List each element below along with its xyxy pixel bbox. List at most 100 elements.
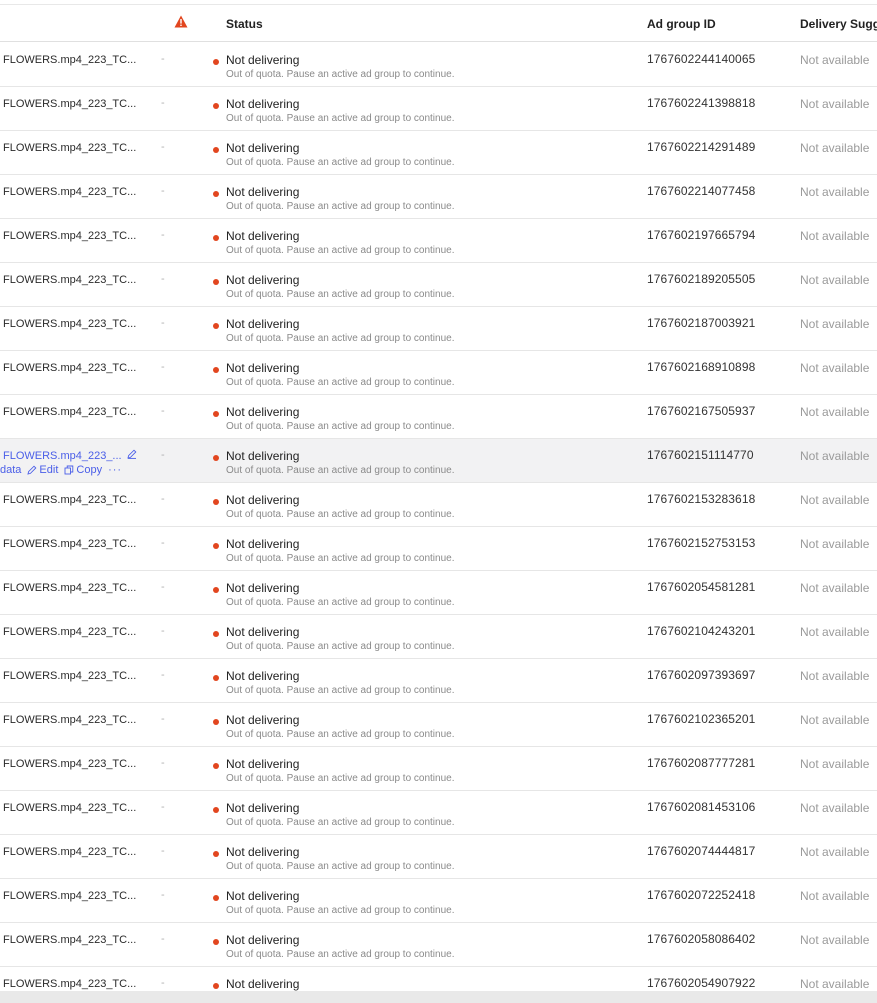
table-row[interactable]: FLOWERS.mp4_223_TC... - Not delivering Out … <box>0 263 877 307</box>
table-row[interactable]: FLOWERS.mp4_223_TC... - Not delivering Out … <box>0 483 877 527</box>
table-row[interactable]: FLOWERS.mp4_223_TC... - Not delivering Out … <box>0 747 877 791</box>
empty-cell: - <box>161 713 165 725</box>
ad-group-name-link[interactable]: FLOWERS.mp4_223_TC... <box>3 142 136 154</box>
ad-group-id: 1767602074444817 <box>647 844 756 858</box>
ad-group-name-link[interactable]: FLOWERS.mp4_223_TC... <box>3 670 136 682</box>
ad-group-id: 1767602104243201 <box>647 624 756 638</box>
ad-group-name-link[interactable]: FLOWERS.mp4_223_TC... <box>3 626 136 638</box>
copy-button[interactable]: Copy <box>64 464 102 476</box>
ad-group-id: 1767602054907922 <box>647 976 756 990</box>
status-text: Not delivering <box>226 317 300 331</box>
table-row[interactable]: FLOWERS.mp4_223_TC... - Not delivering Out … <box>0 835 877 879</box>
status-dot-icon <box>213 191 219 197</box>
ad-group-id: 1767602189205505 <box>647 272 756 286</box>
table-row[interactable]: FLOWERS.mp4_223_TC... - Not delivering Out … <box>0 395 877 439</box>
data-button[interactable]: data <box>0 464 21 476</box>
status-reason: Out of quota. Pause an active ad group t… <box>226 377 455 388</box>
ad-group-name-link[interactable]: FLOWERS.mp4_223_TC... <box>3 978 136 990</box>
status-text: Not delivering <box>226 801 300 815</box>
status-text: Not delivering <box>226 581 300 595</box>
status-dot-icon <box>213 851 219 857</box>
column-header-delivery-suggestion[interactable]: Delivery Sugge <box>800 17 877 31</box>
ad-group-id: 1767602153283618 <box>647 492 756 506</box>
empty-cell: - <box>161 581 165 593</box>
horizontal-scrollbar[interactable] <box>0 991 877 1003</box>
table-row[interactable]: FLOWERS.mp4_223_TC... - Not delivering Out … <box>0 923 877 967</box>
ad-group-name-link[interactable]: FLOWERS.mp4_223_TC... <box>3 714 136 726</box>
ad-group-name-link[interactable]: FLOWERS.mp4_223_TC... <box>3 538 136 550</box>
status-text: Not delivering <box>226 933 300 947</box>
table-row[interactable]: FLOWERS.mp4_223_TC... - Not delivering Out … <box>0 43 877 87</box>
ad-group-name-link[interactable]: FLOWERS.mp4_223_TC... <box>3 494 136 506</box>
delivery-suggestion: Not available <box>800 889 870 903</box>
delivery-suggestion: Not available <box>800 933 870 947</box>
empty-cell: - <box>161 449 165 461</box>
table-row[interactable]: FLOWERS.mp4_223_TC... - Not delivering Out … <box>0 87 877 131</box>
status-dot-icon <box>213 631 219 637</box>
status-reason: Out of quota. Pause an active ad group t… <box>226 157 455 168</box>
table-row[interactable]: FLOWERS.mp4_223_... data Edit Copy ··· - Not d… <box>0 439 877 483</box>
status-text: Not delivering <box>226 537 300 551</box>
status-reason: Out of quota. Pause an active ad group t… <box>226 773 455 784</box>
ad-group-name-link[interactable]: FLOWERS.mp4_223_... <box>3 450 122 462</box>
table-body: FLOWERS.mp4_223_TC... - Not delivering Out … <box>0 43 877 1003</box>
ad-group-name-link[interactable]: FLOWERS.mp4_223_TC... <box>3 274 136 286</box>
ad-group-name-link[interactable]: FLOWERS.mp4_223_TC... <box>3 934 136 946</box>
status-reason: Out of quota. Pause an active ad group t… <box>226 333 455 344</box>
ad-group-name-link[interactable]: FLOWERS.mp4_223_TC... <box>3 406 136 418</box>
ad-group-name-link[interactable]: FLOWERS.mp4_223_TC... <box>3 846 136 858</box>
ad-group-name-link[interactable]: FLOWERS.mp4_223_TC... <box>3 802 136 814</box>
ad-group-id: 1767602244140065 <box>647 52 756 66</box>
delivery-suggestion: Not available <box>800 757 870 771</box>
empty-cell: - <box>161 889 165 901</box>
delivery-suggestion: Not available <box>800 273 870 287</box>
status-reason: Out of quota. Pause an active ad group t… <box>226 729 455 740</box>
table-row[interactable]: FLOWERS.mp4_223_TC... - Not delivering Out … <box>0 351 877 395</box>
warning-icon[interactable] <box>174 15 188 28</box>
pencil-icon <box>27 465 37 475</box>
status-dot-icon <box>213 279 219 285</box>
ad-group-name-link[interactable]: FLOWERS.mp4_223_TC... <box>3 230 136 242</box>
status-reason: Out of quota. Pause an active ad group t… <box>226 949 455 960</box>
table-row[interactable]: FLOWERS.mp4_223_TC... - Not delivering Out … <box>0 219 877 263</box>
ad-group-name-link[interactable]: FLOWERS.mp4_223_TC... <box>3 582 136 594</box>
status-dot-icon <box>213 763 219 769</box>
table-row[interactable]: FLOWERS.mp4_223_TC... - Not delivering Out … <box>0 175 877 219</box>
empty-cell: - <box>161 757 165 769</box>
table-row[interactable]: FLOWERS.mp4_223_TC... - Not delivering Out … <box>0 703 877 747</box>
empty-cell: - <box>161 845 165 857</box>
rename-pencil-icon[interactable] <box>127 449 137 459</box>
column-header-ad-group-id[interactable]: Ad group ID <box>647 17 716 31</box>
delivery-suggestion: Not available <box>800 449 870 463</box>
table-row[interactable]: FLOWERS.mp4_223_TC... - Not delivering Out … <box>0 659 877 703</box>
ad-group-id: 1767602152753153 <box>647 536 756 550</box>
ad-group-name-link[interactable]: FLOWERS.mp4_223_TC... <box>3 186 136 198</box>
delivery-suggestion: Not available <box>800 53 870 67</box>
table-row[interactable]: FLOWERS.mp4_223_TC... - Not delivering Out … <box>0 527 877 571</box>
ad-group-name-link[interactable]: FLOWERS.mp4_223_TC... <box>3 362 136 374</box>
ad-group-name-link[interactable]: FLOWERS.mp4_223_TC... <box>3 890 136 902</box>
ad-group-name-link[interactable]: FLOWERS.mp4_223_TC... <box>3 318 136 330</box>
ad-group-name-link[interactable]: FLOWERS.mp4_223_TC... <box>3 758 136 770</box>
empty-cell: - <box>161 361 165 373</box>
table-row[interactable]: FLOWERS.mp4_223_TC... - Not delivering Out … <box>0 307 877 351</box>
ad-group-id: 1767602151114770 <box>647 448 754 462</box>
status-reason: Out of quota. Pause an active ad group t… <box>226 509 455 520</box>
ad-groups-table: Status Ad group ID Delivery Sugge FLOWER… <box>0 0 877 1003</box>
ad-group-name-link[interactable]: FLOWERS.mp4_223_TC... <box>3 54 136 66</box>
status-reason: Out of quota. Pause an active ad group t… <box>226 113 455 124</box>
status-dot-icon <box>213 587 219 593</box>
status-reason: Out of quota. Pause an active ad group t… <box>226 861 455 872</box>
table-row[interactable]: FLOWERS.mp4_223_TC... - Not delivering Out … <box>0 615 877 659</box>
table-row[interactable]: FLOWERS.mp4_223_TC... - Not delivering Out … <box>0 791 877 835</box>
ad-group-name-link[interactable]: FLOWERS.mp4_223_TC... <box>3 98 136 110</box>
ad-group-id: 1767602214077458 <box>647 184 756 198</box>
table-row[interactable]: FLOWERS.mp4_223_TC... - Not delivering Out … <box>0 131 877 175</box>
column-header-status[interactable]: Status <box>226 17 263 31</box>
status-reason: Out of quota. Pause an active ad group t… <box>226 817 455 828</box>
edit-button[interactable]: Edit <box>27 464 58 476</box>
more-actions-button[interactable]: ··· <box>108 464 122 476</box>
table-row[interactable]: FLOWERS.mp4_223_TC... - Not delivering Out … <box>0 879 877 923</box>
empty-cell: - <box>161 141 165 153</box>
table-row[interactable]: FLOWERS.mp4_223_TC... - Not delivering Out … <box>0 571 877 615</box>
